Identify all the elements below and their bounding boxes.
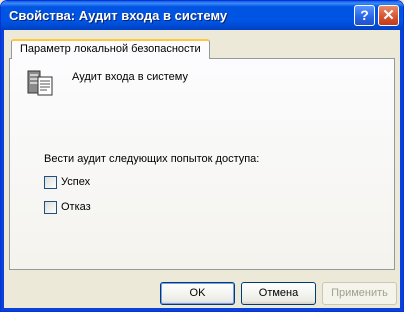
success-option[interactable]: Успех	[44, 175, 90, 189]
success-checkbox[interactable]	[44, 175, 57, 189]
window-frame-left	[1, 30, 4, 311]
close-button[interactable]: ✕	[378, 5, 399, 26]
ok-button[interactable]: OK	[160, 282, 235, 305]
policy-name: Аудит входа в систему	[72, 71, 188, 83]
window-frame-bottom	[1, 308, 403, 311]
tab-local-security-setting[interactable]: Параметр локальной безопасности	[11, 39, 210, 59]
window-title: Свойства: Аудит входа в систему	[9, 8, 228, 23]
apply-button[interactable]: Применить	[322, 282, 397, 305]
success-label[interactable]: Успех	[61, 176, 90, 188]
failure-label[interactable]: Отказ	[61, 201, 91, 213]
failure-checkbox[interactable]	[44, 200, 57, 214]
cancel-button[interactable]: Отмена	[241, 282, 316, 305]
security-policy-icon	[27, 70, 53, 96]
window-frame-right	[400, 30, 403, 311]
failure-option[interactable]: Отказ	[44, 200, 91, 214]
audit-attempts-label: Вести аудит следующих попыток доступа:	[44, 153, 260, 165]
help-button[interactable]: ?	[354, 5, 375, 26]
title-bar[interactable]: Свойства: Аудит входа в систему ? ✕	[1, 1, 403, 30]
dialog-window: Свойства: Аудит входа в систему ? ✕ Пара…	[0, 0, 404, 312]
